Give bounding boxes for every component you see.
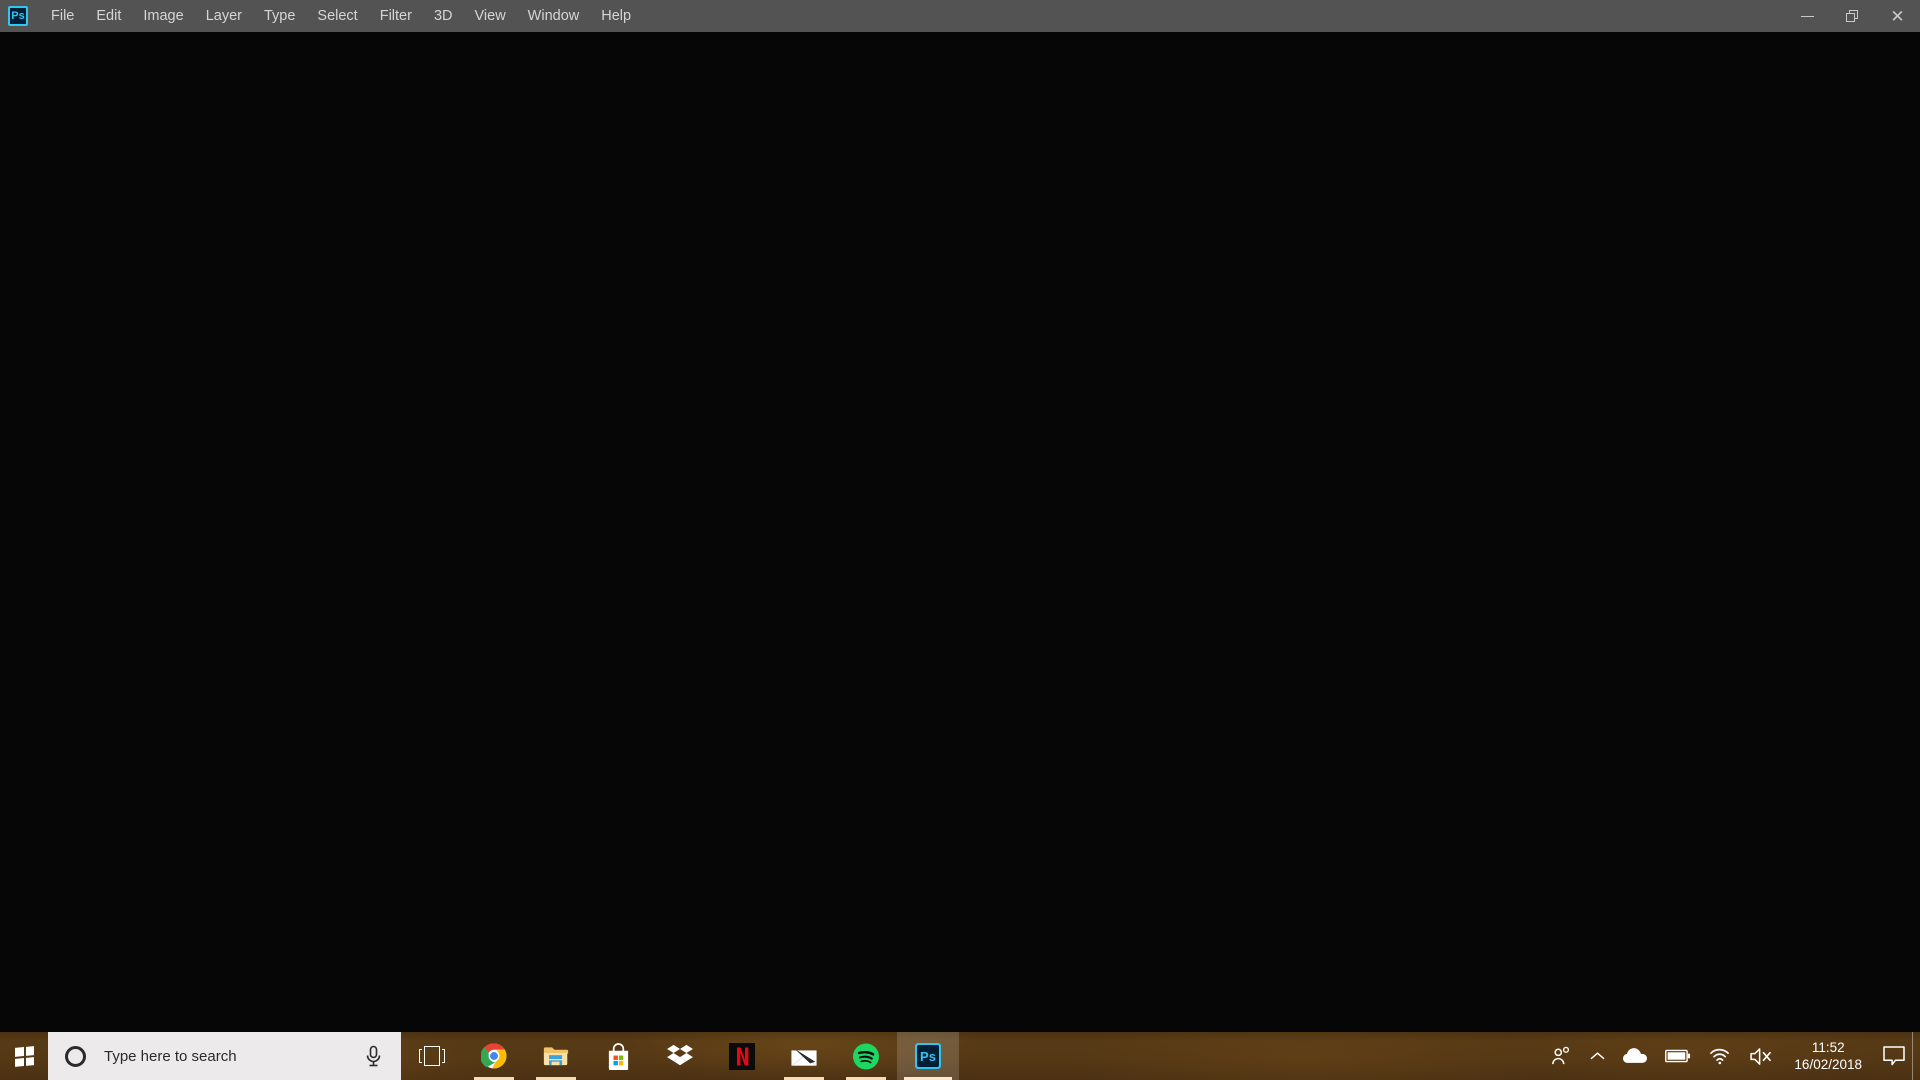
menu-item-view[interactable]: View: [464, 0, 517, 32]
taskbar-item-photoshop[interactable]: Ps: [897, 1032, 959, 1080]
search-box[interactable]: Type here to search: [48, 1032, 401, 1080]
people-icon: [1552, 1046, 1570, 1065]
task-view-icon: [419, 1046, 445, 1066]
taskbar-item-microsoft-store[interactable]: [587, 1032, 649, 1080]
clock[interactable]: 11:52 16/02/2018: [1784, 1032, 1876, 1080]
restore-icon: [1846, 9, 1859, 23]
microphone-glyph: [366, 1045, 381, 1066]
menu-item-edit[interactable]: Edit: [85, 0, 132, 32]
menu-item-window[interactable]: Window: [517, 0, 591, 32]
network-button[interactable]: [1700, 1032, 1740, 1080]
microsoft-store-icon: [605, 1042, 631, 1070]
dropbox-icon: [667, 1043, 693, 1069]
photoshop-menu-bar: Ps File Edit Image Layer Type Select Fil…: [0, 0, 1920, 32]
menu-item-select[interactable]: Select: [306, 0, 368, 32]
photoshop-app-icon-label: Ps: [11, 9, 25, 22]
menu-item-3d[interactable]: 3D: [423, 0, 464, 32]
clock-time: 11:52: [1811, 1039, 1845, 1055]
menu-item-file[interactable]: File: [40, 0, 85, 32]
file-explorer-icon: [543, 1043, 569, 1069]
volume-button[interactable]: [1740, 1032, 1784, 1080]
taskbar-item-netflix[interactable]: [711, 1032, 773, 1080]
taskbar-item-mail[interactable]: [773, 1032, 835, 1080]
system-tray: 11:52 16/02/2018: [1541, 1032, 1920, 1080]
people-button[interactable]: [1541, 1032, 1581, 1080]
task-view-button[interactable]: [401, 1032, 463, 1080]
spotify-icon: [853, 1043, 879, 1069]
menu-item-type[interactable]: Type: [253, 0, 306, 32]
speaker-muted-icon: [1750, 1047, 1772, 1065]
microphone-icon[interactable]: [365, 1045, 382, 1068]
onedrive-cloud-icon: [1623, 1048, 1648, 1063]
show-desktop-button[interactable]: [1912, 1032, 1920, 1080]
taskbar-app-buttons: Ps: [401, 1032, 959, 1080]
battery-button[interactable]: [1656, 1032, 1700, 1080]
close-icon: ✕: [1890, 6, 1905, 26]
menu-item-help[interactable]: Help: [590, 0, 642, 32]
svg-text:Ps: Ps: [920, 1049, 936, 1064]
windows-logo-icon: [14, 1045, 34, 1067]
menu-item-filter[interactable]: Filter: [369, 0, 423, 32]
photoshop-app-icon[interactable]: Ps: [8, 6, 28, 26]
action-center-icon: [1883, 1046, 1905, 1066]
onedrive-button[interactable]: [1614, 1032, 1656, 1080]
battery-icon: [1665, 1049, 1691, 1063]
minimize-button[interactable]: [1785, 0, 1830, 32]
photoshop-canvas-area[interactable]: [0, 32, 1920, 1032]
minimize-icon: [1801, 15, 1814, 17]
action-center-button[interactable]: [1876, 1032, 1912, 1080]
cortana-circle-icon: [65, 1045, 86, 1067]
netflix-icon: [729, 1042, 755, 1070]
show-hidden-icons-button[interactable]: [1581, 1032, 1614, 1080]
chrome-icon: [481, 1043, 507, 1069]
photoshop-taskbar-icon: Ps: [915, 1043, 941, 1069]
taskbar-item-dropbox[interactable]: [649, 1032, 711, 1080]
close-button[interactable]: ✕: [1875, 0, 1920, 32]
mail-icon: [791, 1043, 817, 1069]
menu-item-layer[interactable]: Layer: [195, 0, 253, 32]
start-button[interactable]: [0, 1032, 48, 1080]
menu-item-image[interactable]: Image: [132, 0, 194, 32]
menu-items-list: File Edit Image Layer Type Select Filter…: [40, 0, 642, 32]
restore-button[interactable]: [1830, 0, 1875, 32]
windows-taskbar: Type here to search Ps 11:52 16/02/2018: [0, 1032, 1920, 1080]
search-input[interactable]: Type here to search: [104, 1048, 237, 1065]
window-controls: ✕: [1785, 0, 1920, 32]
photoshop-desktop-screen: Ps File Edit Image Layer Type Select Fil…: [0, 0, 1920, 1080]
taskbar-item-google-chrome[interactable]: [463, 1032, 525, 1080]
wifi-icon: [1710, 1048, 1730, 1065]
show-hidden-icons-chevron-icon: [1590, 1052, 1605, 1060]
clock-date: 16/02/2018: [1794, 1057, 1862, 1072]
taskbar-item-file-explorer[interactable]: [525, 1032, 587, 1080]
taskbar-item-spotify[interactable]: [835, 1032, 897, 1080]
